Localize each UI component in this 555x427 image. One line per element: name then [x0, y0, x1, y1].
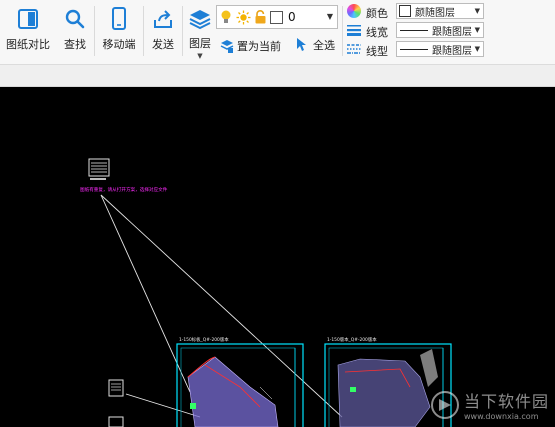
send-label: 发送 [152, 38, 174, 51]
mobile-phone-icon [111, 4, 127, 34]
select-all-label: 全选 [313, 39, 335, 52]
line-width-value: 跟随图层 [432, 26, 472, 38]
line-type-value: 跟随图层 [432, 45, 472, 57]
select-all-button[interactable]: 全选 [294, 37, 335, 53]
chevron-down-icon[interactable]: ▼ [475, 7, 480, 15]
set-current-icon [220, 39, 234, 53]
line-width-select[interactable]: 跟随图层 ▼ [396, 22, 484, 38]
send-button[interactable]: 发送 [149, 4, 177, 60]
chevron-down-icon[interactable]: ▼ [327, 12, 333, 21]
lightbulb-icon[interactable] [220, 9, 232, 25]
sheet-left: 1-150标板_Q#-200版本 [176, 336, 304, 427]
cad-drawing: 图纸有重复，请从打开方案，选择对应文件 1-150标板_Q#-200版本 1-1… [80, 158, 452, 427]
color-value: 颜随图层 [415, 7, 455, 19]
secondary-bar [0, 65, 555, 87]
set-current-label: 置为当前 [237, 40, 281, 53]
ribbon-toolbar: 图纸对比 查找 移动端 发送 图层 ▼ 0 ▼ 置为当前 全选 颜色 颜随图层 … [0, 0, 555, 65]
set-current-button[interactable]: 置为当前 [220, 38, 281, 54]
mobile-button[interactable]: 移动端 [100, 4, 138, 60]
line-type-label: 线型 [366, 45, 388, 58]
line-sample [400, 29, 428, 31]
layer-value: 0 [288, 10, 296, 24]
toolbar-separator [182, 6, 183, 56]
watermark: 当下软件园 www.downxia.com [430, 388, 549, 421]
line-type-icon [347, 43, 361, 55]
toolbar-separator [342, 6, 343, 56]
drawing-canvas[interactable]: 图纸有重复，请从打开方案，选择对应文件 1-150标板_Q#-200版本 1-1… [0, 87, 555, 427]
color-swatch [399, 5, 411, 17]
download-logo-icon [430, 390, 459, 419]
color-select[interactable]: 颜随图层 ▼ [396, 3, 484, 19]
mobile-label: 移动端 [102, 38, 136, 51]
line-width-icon [347, 24, 361, 36]
sun-icon[interactable] [236, 10, 251, 25]
layer-dropdown[interactable]: 0 ▼ [216, 5, 338, 29]
line-sample [400, 48, 428, 50]
annotation-text: 图纸有重复，请从打开方案，选择对应文件 [80, 186, 168, 193]
find-button[interactable]: 查找 [60, 4, 90, 60]
layers-icon [188, 4, 212, 33]
title-block-icon [108, 379, 124, 427]
line-width-label: 线宽 [366, 26, 388, 39]
layer-color-swatch [270, 10, 283, 24]
layer-button[interactable]: 图层 ▼ [186, 4, 214, 60]
toolbar-separator [94, 6, 95, 56]
color-wheel-icon [347, 4, 361, 18]
compare-icon [17, 4, 39, 34]
line-type-select[interactable]: 跟随图层 ▼ [396, 41, 484, 57]
sheet-right-title: 1-150版本_Q#-200版本 [327, 336, 377, 343]
color-label: 颜色 [366, 7, 388, 20]
share-icon [152, 4, 174, 34]
chevron-down-icon: ▼ [197, 52, 203, 60]
select-all-icon [294, 37, 310, 53]
watermark-url: www.downxia.com [463, 412, 539, 421]
unlock-icon[interactable] [254, 10, 267, 24]
drawing-compare-button[interactable]: 图纸对比 [4, 4, 52, 60]
title-block-icon [88, 158, 110, 180]
layer-label: 图层 [189, 37, 211, 50]
watermark-title: 当下软件园 [463, 392, 549, 411]
chevron-down-icon[interactable]: ▼ [475, 45, 480, 53]
drawing-compare-label: 图纸对比 [6, 38, 50, 51]
search-icon [64, 4, 86, 34]
find-label: 查找 [64, 38, 86, 51]
toolbar-separator [143, 6, 144, 56]
sheet-left-title: 1-150标板_Q#-200版本 [179, 336, 229, 343]
chevron-down-icon[interactable]: ▼ [475, 26, 480, 34]
